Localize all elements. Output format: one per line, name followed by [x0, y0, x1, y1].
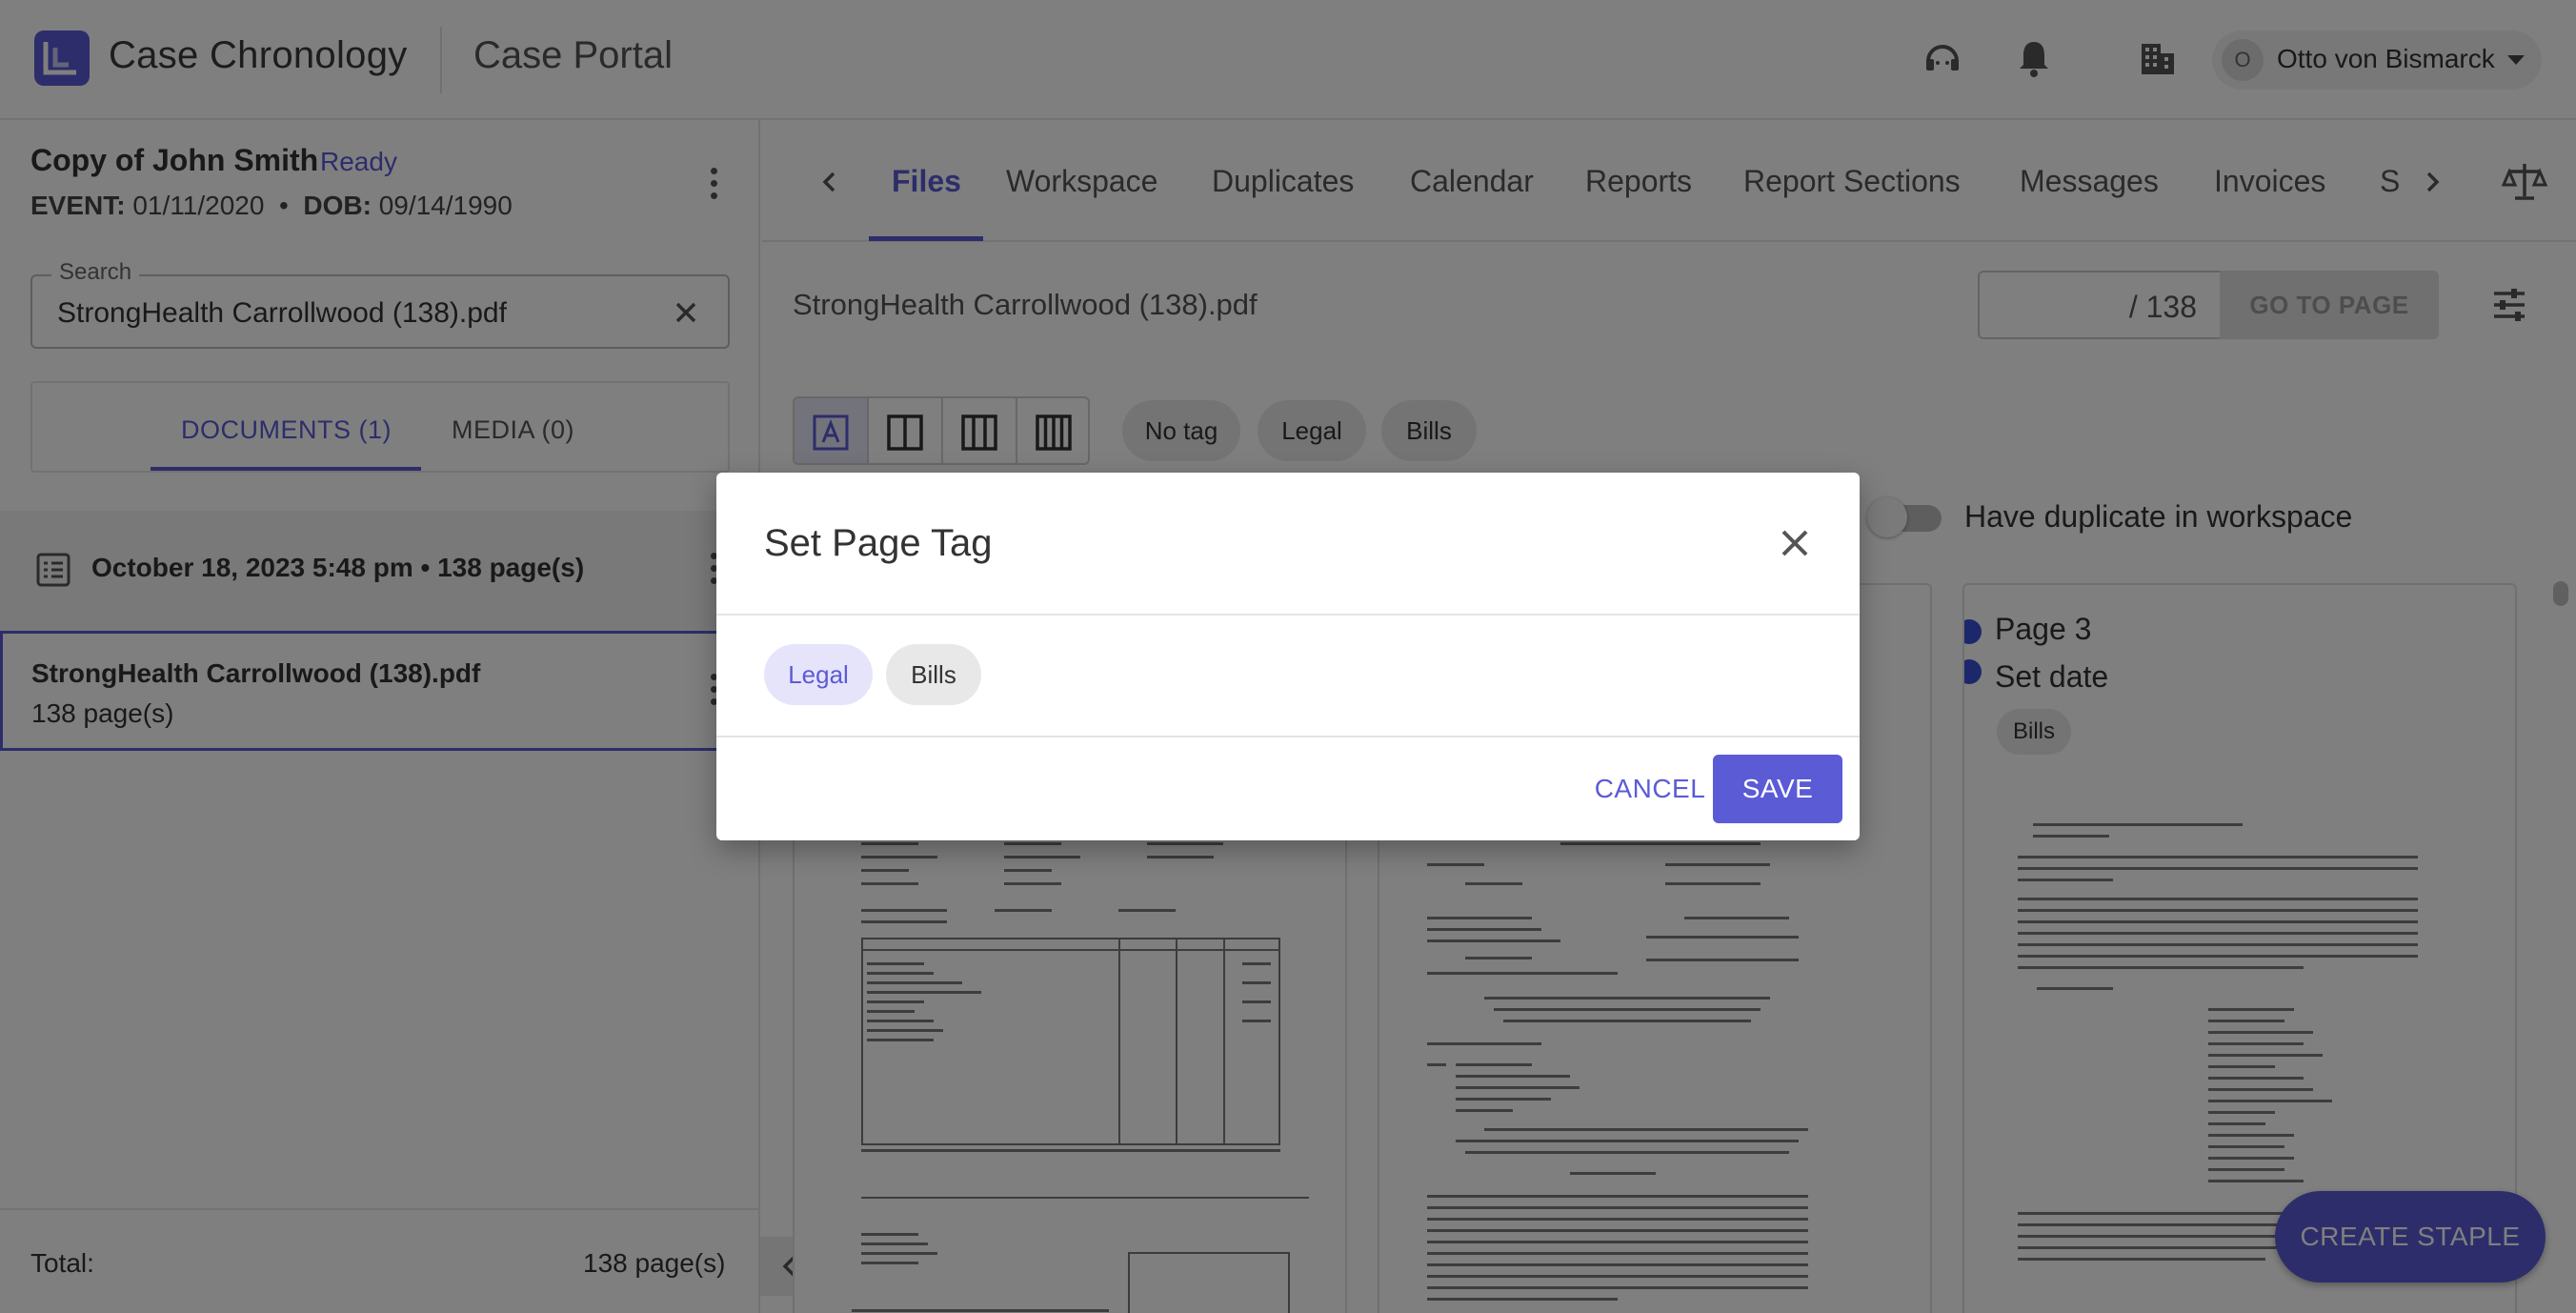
save-button[interactable]: SAVE	[1713, 755, 1842, 823]
dialog-divider-bottom	[716, 736, 1860, 737]
tag-option-bills[interactable]: Bills	[886, 644, 981, 705]
cancel-button[interactable]: CANCEL	[1564, 755, 1736, 823]
dialog-title: Set Page Tag	[764, 522, 993, 564]
close-icon[interactable]	[1776, 524, 1814, 562]
tag-option-legal[interactable]: Legal	[764, 644, 873, 705]
dialog-divider-top	[716, 614, 1860, 616]
set-page-tag-dialog: Set Page Tag Legal Bills CANCEL SAVE	[716, 473, 1860, 840]
